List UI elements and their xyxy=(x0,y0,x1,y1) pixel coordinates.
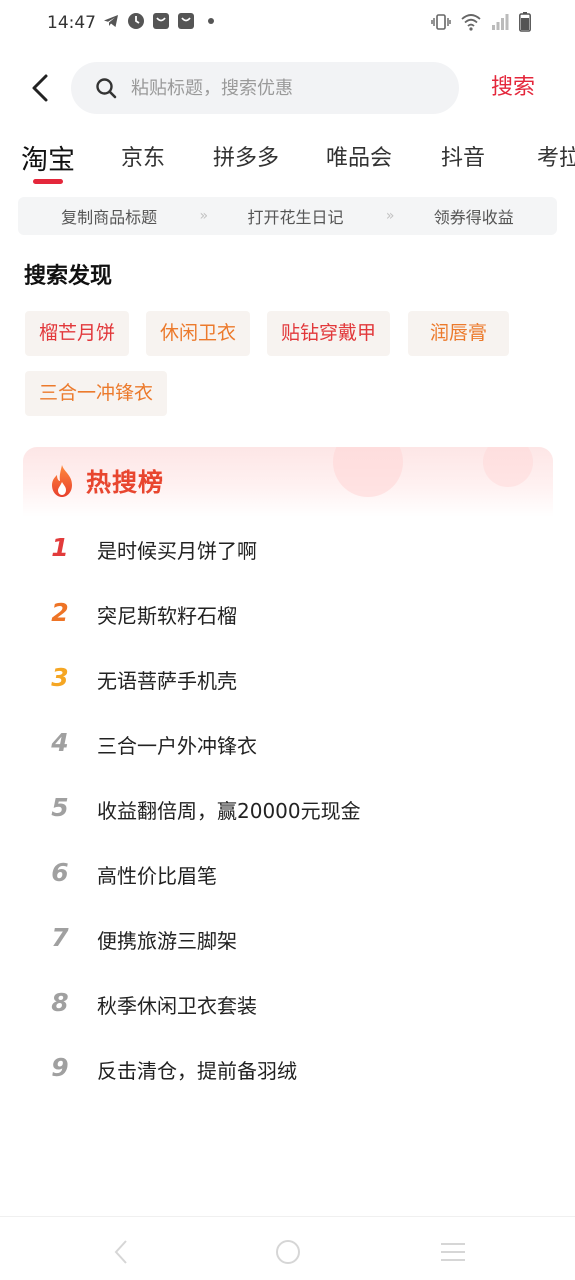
wifi-icon xyxy=(461,14,481,31)
discover-tag[interactable]: 休闲卫衣 xyxy=(146,311,251,356)
step-arrow-icon: » xyxy=(199,208,208,224)
search-icon xyxy=(96,78,117,99)
discover-tag[interactable]: 润唇膏 xyxy=(408,311,510,356)
nav-back-icon xyxy=(114,1240,127,1264)
hot-item-text: 突尼斯软籽石榴 xyxy=(97,604,237,628)
hot-list-item[interactable]: 8 秋季休闲卫衣套装 xyxy=(48,988,528,1032)
hot-board-title: 热搜榜 xyxy=(48,463,164,499)
hot-list-item[interactable]: 9 反击清仓，提前备羽绒 xyxy=(48,1053,528,1097)
shopping-bag-icon-2 xyxy=(178,13,194,29)
more-notifications-dot-icon xyxy=(208,18,214,24)
hot-item-text: 无语菩萨手机壳 xyxy=(97,669,237,693)
system-icons xyxy=(431,12,531,32)
tab-vip[interactable]: 唯品会 xyxy=(326,140,392,172)
platform-tabs: 淘宝 京东 拼多多 唯品会 抖音 考拉 xyxy=(0,136,575,188)
fire-icon xyxy=(52,465,72,497)
status-time: 14:47 xyxy=(47,13,96,33)
hot-item-text: 是时候买月饼了啊 xyxy=(97,539,257,563)
hot-list-item[interactable]: 3 无语菩萨手机壳 xyxy=(48,663,528,707)
step-copy-title: 复制商品标题 xyxy=(61,208,158,227)
search-input[interactable] xyxy=(131,77,431,99)
nav-menu-button[interactable] xyxy=(433,1234,473,1270)
search-button[interactable]: 搜索 xyxy=(477,70,549,106)
notification-icons xyxy=(102,12,220,30)
step-arrow-icon: » xyxy=(385,208,394,224)
signal-icon xyxy=(492,14,509,30)
tab-jd[interactable]: 京东 xyxy=(121,140,165,172)
hot-item-text: 反击清仓，提前备羽绒 xyxy=(97,1059,297,1083)
tab-pinduoduo[interactable]: 拼多多 xyxy=(213,140,279,172)
hot-item-text: 收益翻倍周，赢20000元现金 xyxy=(97,799,361,823)
rank-number: 2 xyxy=(51,598,69,627)
status-bar: 14:47 xyxy=(0,0,575,48)
active-tab-indicator xyxy=(33,179,63,184)
hot-list-item[interactable]: 4 三合一户外冲锋衣 xyxy=(48,728,528,772)
discover-tag[interactable]: 三合一冲锋衣 xyxy=(25,371,168,416)
rank-number: 6 xyxy=(51,858,69,887)
shopping-bag-icon xyxy=(153,13,169,29)
nav-menu-icon xyxy=(441,1243,465,1261)
hot-list-item[interactable]: 2 突尼斯软籽石榴 xyxy=(48,598,528,642)
rank-number: 8 xyxy=(51,988,69,1017)
hot-item-text: 高性价比眉笔 xyxy=(97,864,217,888)
tab-kaola[interactable]: 考拉 xyxy=(537,140,575,172)
telegram-icon xyxy=(104,15,118,27)
hot-item-text: 秋季休闲卫衣套装 xyxy=(97,994,257,1018)
clock-app-icon xyxy=(128,13,144,29)
discover-tag[interactable]: 榴芒月饼 xyxy=(25,311,130,356)
hot-list-item[interactable]: 6 高性价比眉笔 xyxy=(48,858,528,902)
battery-icon xyxy=(519,12,531,32)
rank-number: 3 xyxy=(51,663,69,692)
rank-number: 7 xyxy=(51,923,69,952)
step-open-app: 打开花生日记 xyxy=(247,208,344,227)
hot-list-item[interactable]: 1 是时候买月饼了啊 xyxy=(48,533,528,577)
step-get-coupon: 领券得收益 xyxy=(433,208,514,227)
rank-number: 9 xyxy=(51,1053,69,1082)
chevron-left-icon xyxy=(32,74,48,102)
rank-number: 1 xyxy=(51,533,69,562)
tab-douyin[interactable]: 抖音 xyxy=(441,140,485,172)
hot-item-text: 三合一户外冲锋衣 xyxy=(97,734,257,758)
nav-divider xyxy=(0,1216,575,1217)
rank-number: 5 xyxy=(51,793,69,822)
search-box[interactable] xyxy=(71,62,459,114)
discover-tag[interactable]: 贴钻穿戴甲 xyxy=(267,311,391,356)
nav-back-button[interactable] xyxy=(101,1234,141,1270)
steps-bar: 复制商品标题 » 打开花生日记 » 领券得收益 xyxy=(18,197,557,235)
hot-list-item[interactable]: 5 收益翻倍周，赢20000元现金 xyxy=(48,793,528,837)
discover-title: 搜索发现 xyxy=(24,264,113,289)
nav-home-button[interactable] xyxy=(268,1234,308,1270)
hot-board-label: 热搜榜 xyxy=(86,468,165,497)
nav-home-icon xyxy=(276,1240,300,1264)
rank-number: 4 xyxy=(51,728,69,757)
vibrate-icon xyxy=(431,14,451,30)
hot-item-text: 便携旅游三脚架 xyxy=(97,929,237,953)
tab-taobao[interactable]: 淘宝 xyxy=(21,138,75,177)
back-button[interactable] xyxy=(20,66,60,110)
hot-list-item[interactable]: 7 便携旅游三脚架 xyxy=(48,923,528,967)
